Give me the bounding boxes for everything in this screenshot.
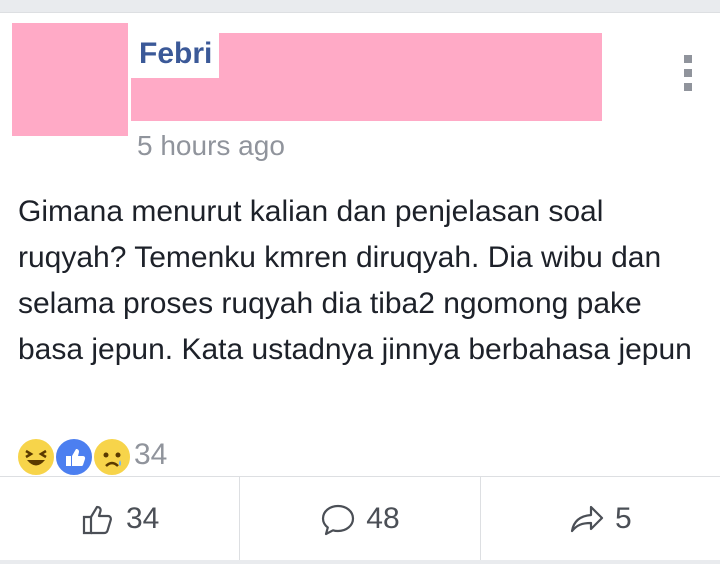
- author-name[interactable]: Febri: [139, 37, 212, 71]
- avatar[interactable]: [12, 23, 128, 136]
- thumbs-up-icon: [82, 505, 112, 535]
- menu-dot: [684, 69, 692, 77]
- haha-icon: [16, 437, 56, 477]
- menu-dot: [684, 83, 692, 91]
- like-count: 34: [125, 502, 160, 535]
- like-button[interactable]: 34: [0, 477, 241, 561]
- more-options-icon[interactable]: [680, 55, 696, 95]
- post-timestamp[interactable]: 5 hours ago: [137, 129, 285, 163]
- post-card: Febri 5 hours ago Gimana menurut kalian …: [0, 12, 720, 561]
- comment-bubble-icon: [322, 504, 355, 536]
- top-background-strip: [0, 0, 720, 12]
- like-icon: [54, 437, 94, 477]
- share-arrow-icon: [570, 505, 604, 533]
- menu-dot: [684, 55, 692, 63]
- share-count: 5: [614, 502, 632, 535]
- action-bar: 34 48 5: [0, 477, 720, 561]
- reaction-count: 34: [134, 438, 168, 471]
- share-button[interactable]: 5: [481, 477, 720, 561]
- bottom-background-strip: [0, 560, 720, 564]
- comment-button[interactable]: 48: [240, 477, 481, 561]
- post-text: Gimana menurut kalian dan penjelasan soa…: [18, 195, 692, 366]
- sad-icon: [92, 437, 132, 477]
- comment-count: 48: [366, 502, 400, 535]
